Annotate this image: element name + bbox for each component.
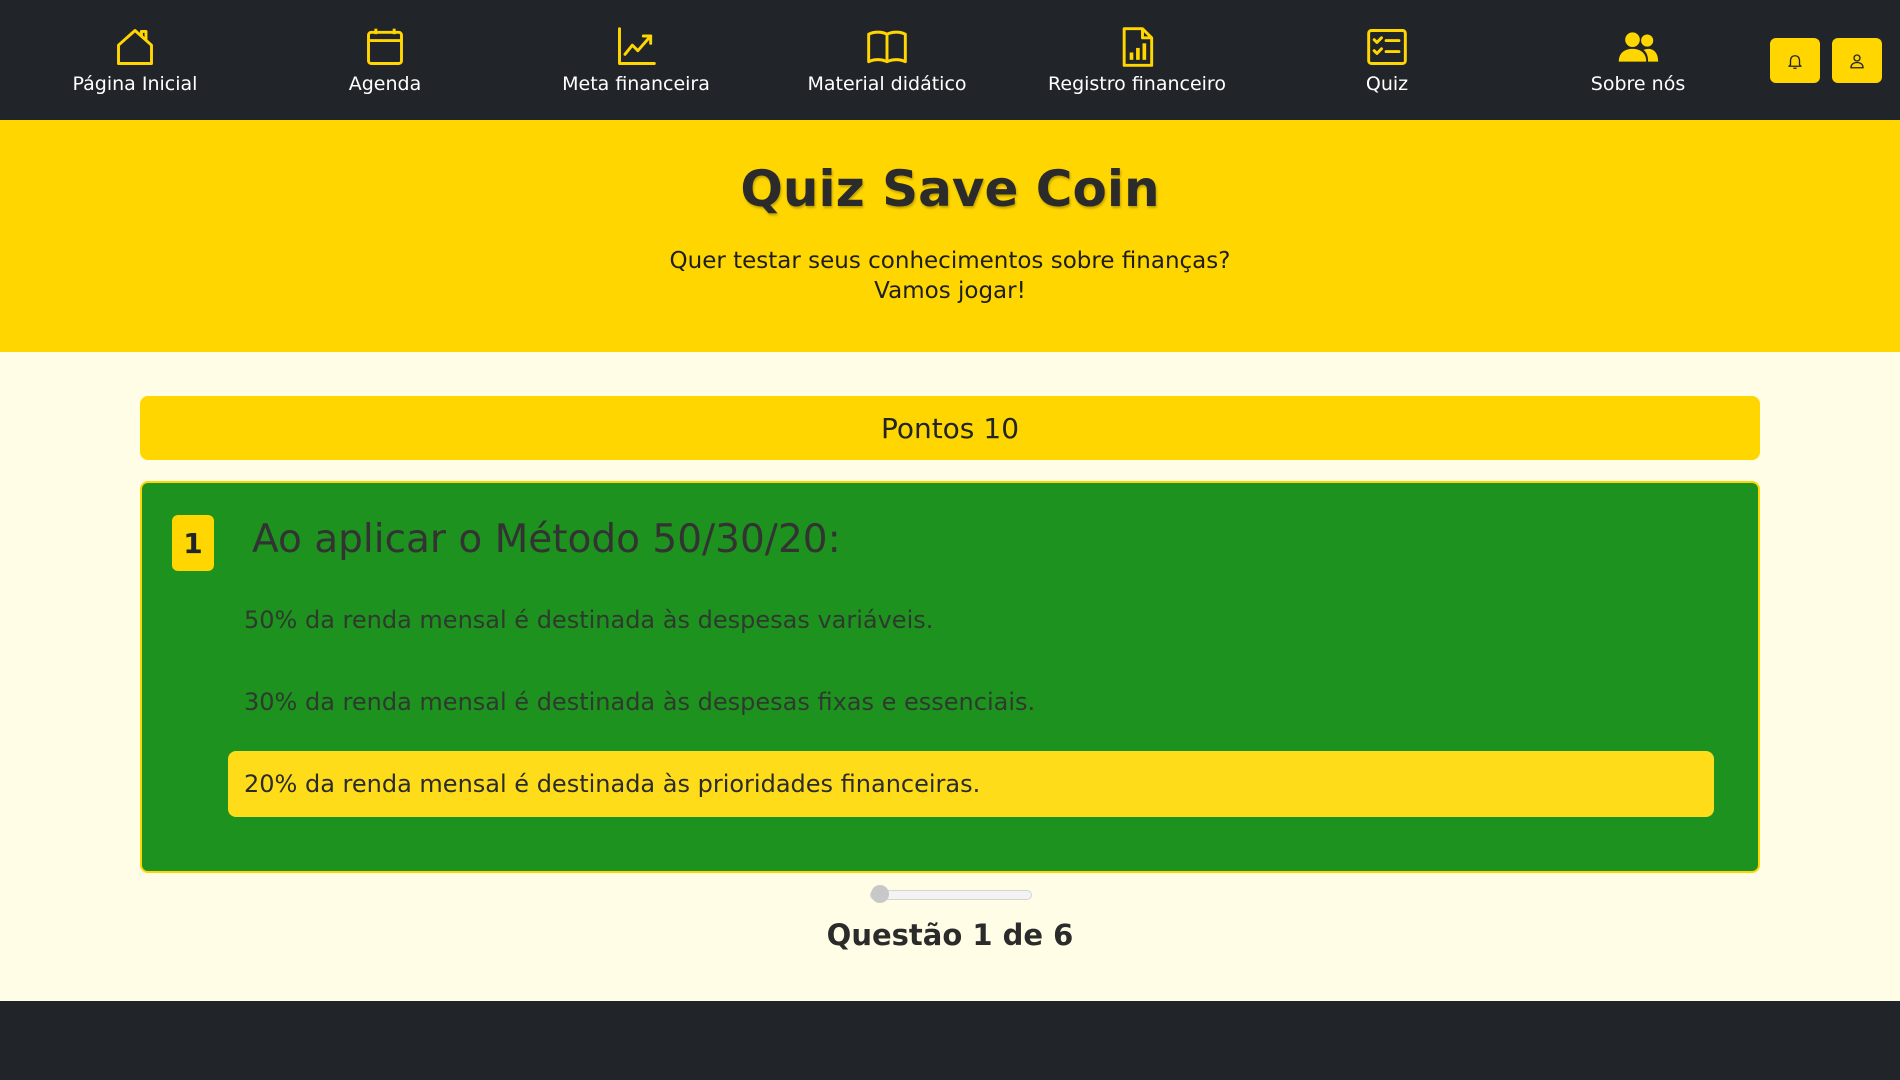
nav-item-quiz[interactable]: Quiz: [1262, 0, 1512, 120]
nav-item-label: Agenda: [348, 73, 422, 95]
answer-option-3[interactable]: 20% da renda mensal é destinada às prior…: [228, 751, 1714, 817]
hero-banner: Quiz Save Coin Quer testar seus conhecim…: [0, 120, 1900, 352]
footer: [0, 1001, 1900, 1080]
nav-item-label: Quiz: [1365, 73, 1409, 95]
chart-up-icon: [618, 27, 656, 65]
nav-item-label: Material didático: [807, 73, 967, 95]
progress-thumb: [871, 885, 889, 903]
answer-option-1[interactable]: 50% da renda mensal é destinada às despe…: [228, 587, 1714, 653]
answer-option-2[interactable]: 30% da renda mensal é destinada às despe…: [228, 669, 1714, 735]
score-label: Pontos: [880, 411, 975, 445]
nav-item-label: Página Inicial: [72, 73, 198, 95]
hero-subtitle: Quer testar seus conhecimentos sobre fin…: [0, 246, 1900, 306]
profile-button[interactable]: [1832, 38, 1882, 83]
people-icon: [1618, 32, 1659, 62]
nav-item-label: Sobre nós: [1590, 73, 1686, 95]
top-navbar: Página Inicial Agenda Meta financeira Ma…: [0, 0, 1900, 120]
home-icon: [117, 29, 153, 65]
user-icon: [1850, 53, 1864, 68]
nav-item-pagina-inicial[interactable]: Página Inicial: [10, 0, 260, 120]
report-icon: [1122, 27, 1154, 67]
question-progress-bar: [870, 885, 1032, 903]
bell-icon: [1788, 54, 1802, 69]
question-text: Ao aplicar o Método 50/30/20:: [252, 517, 841, 562]
score-bar: Pontos 10: [140, 396, 1760, 460]
nav-item-material-didatico[interactable]: Material didático: [762, 0, 1012, 120]
question-card: 1 Ao aplicar o Método 50/30/20: 50% da r…: [140, 481, 1760, 873]
nav-item-registro-financeiro[interactable]: Registro financeiro: [1012, 0, 1262, 120]
nav-item-agenda[interactable]: Agenda: [260, 0, 510, 120]
hero-subtitle-line-1: Quer testar seus conhecimentos sobre fin…: [669, 248, 1231, 274]
nav-item-sobre-nos[interactable]: Sobre nós: [1513, 0, 1763, 120]
nav-item-label: Meta financeira: [562, 73, 710, 95]
hero-subtitle-line-2: Vamos jogar!: [874, 278, 1026, 304]
calendar-icon: [367, 28, 403, 65]
score-value: 10: [983, 411, 1020, 445]
notifications-button[interactable]: [1770, 38, 1820, 83]
nav-item-label: Registro financeiro: [1048, 73, 1226, 95]
page-title: Quiz Save Coin: [740, 160, 1160, 218]
question-number-badge: 1: [172, 515, 214, 571]
book-icon: [867, 30, 907, 64]
nav-item-meta-financeira[interactable]: Meta financeira: [511, 0, 761, 120]
question-counter: Questão 1 de 6: [826, 918, 1074, 952]
checklist-icon: [1367, 29, 1407, 65]
